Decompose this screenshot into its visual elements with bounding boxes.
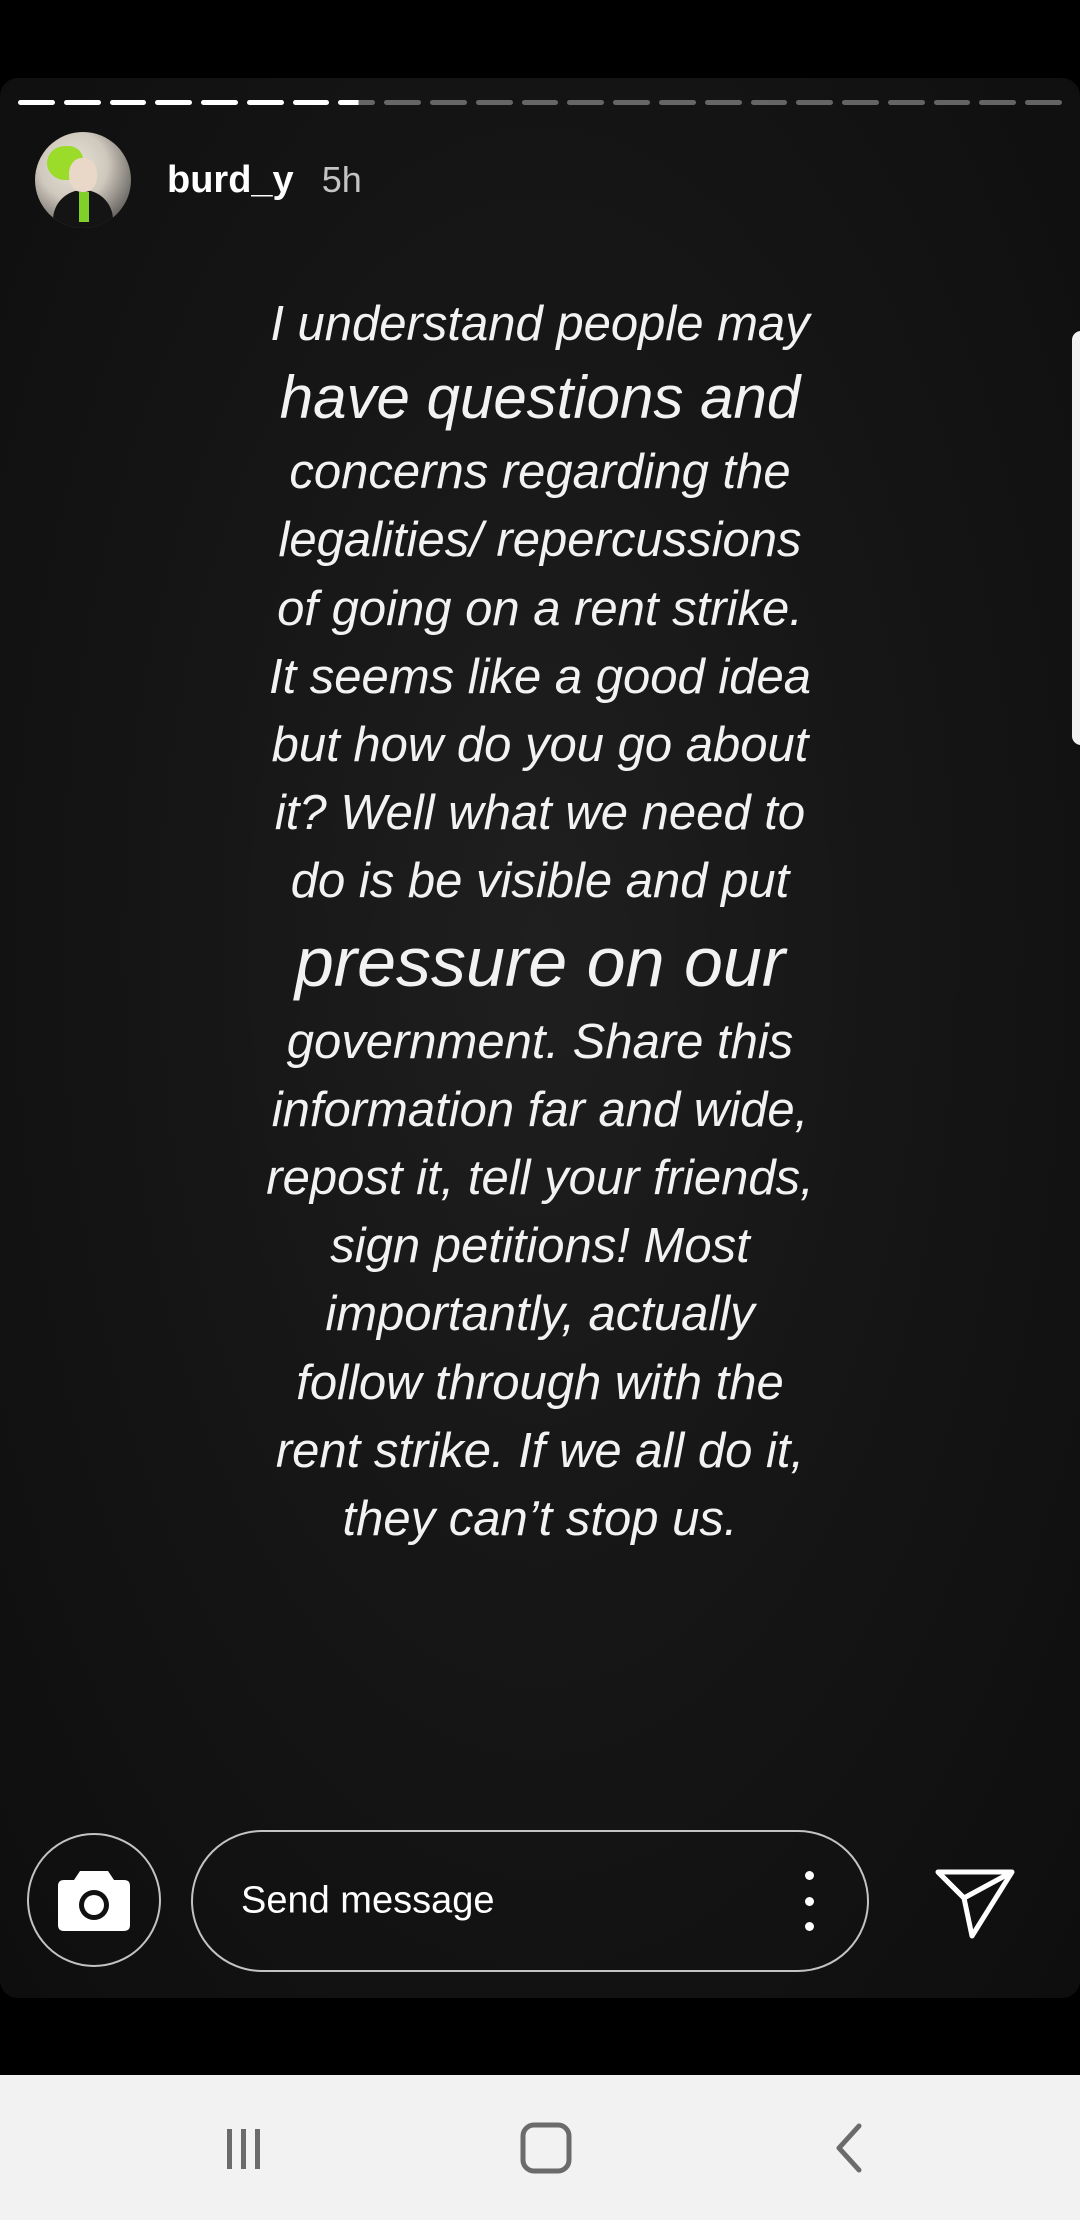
story-text-line: information far and wide, (271, 1082, 809, 1137)
story-text-line: importantly, actually (325, 1287, 755, 1342)
camera-icon (58, 1871, 130, 1931)
story-header: burd_y 5h (35, 132, 362, 228)
progress-segment (521, 100, 559, 105)
story-text-line: legalities/ repercussions (278, 513, 802, 568)
story-progress-bar (18, 100, 1062, 105)
story-text-line: but how do you go about (271, 718, 809, 773)
edge-panel-handle[interactable] (1072, 331, 1080, 745)
progress-segment (109, 100, 147, 105)
story-text: I understand people may have questions an… (200, 290, 880, 1553)
progress-segment (613, 100, 650, 105)
more-vertical-icon (804, 1871, 814, 1880)
progress-segment (384, 100, 422, 105)
progress-segment (246, 100, 284, 105)
story-viewer[interactable]: burd_y 5h I understand people may have qu… (0, 78, 1080, 1998)
progress-segment (155, 100, 193, 105)
progress-segment (979, 100, 1017, 105)
send-message-placeholder: Send message (241, 1879, 495, 1922)
progress-segment (292, 100, 330, 105)
story-text-line: concerns regarding the (289, 445, 791, 500)
progress-segment (704, 100, 742, 105)
progress-segment (338, 100, 376, 105)
progress-segment (475, 100, 513, 105)
progress-segment (750, 100, 788, 105)
progress-segment (933, 100, 971, 105)
post-time: 5h (321, 159, 362, 200)
home-icon (520, 2122, 572, 2174)
username[interactable]: burd_y (167, 159, 294, 202)
progress-segment (1025, 100, 1062, 105)
story-text-line: repost it, tell your friends, (266, 1151, 814, 1206)
story-text-line: rent strike. If we all do it, (275, 1423, 805, 1478)
progress-segment (796, 100, 834, 105)
camera-button[interactable] (27, 1833, 161, 1967)
recents-icon (227, 2129, 260, 2169)
story-text-line: sign petitions! Most (330, 1219, 750, 1274)
story-text-line: pressure on our (294, 922, 786, 1001)
send-button[interactable] (930, 1862, 1020, 1942)
send-message-input[interactable]: Send message (191, 1830, 869, 1972)
story-text-line: I understand people may (270, 297, 810, 351)
story-text-line: it? Well what we need to (274, 786, 806, 841)
progress-segment (18, 100, 55, 105)
screen: burd_y 5h I understand people may have qu… (0, 0, 1080, 2220)
story-text-line: they can’t stop us. (342, 1492, 738, 1547)
progress-segment (201, 100, 238, 105)
system-navigation-bar (0, 2075, 1080, 2220)
back-button[interactable] (814, 2115, 884, 2181)
send-icon (935, 1869, 1015, 1939)
story-text-line: It seems like a good idea (268, 649, 812, 704)
progress-segment (842, 100, 879, 105)
story-text-line: government. Share this (286, 1014, 794, 1069)
more-options-button[interactable] (799, 1871, 819, 1931)
recents-button[interactable] (209, 2115, 279, 2181)
progress-segment (658, 100, 696, 105)
progress-segment (887, 100, 925, 105)
reply-bar: Send message (0, 1830, 1080, 1972)
story-text-line: follow through with the (296, 1355, 784, 1410)
progress-segment (430, 100, 467, 105)
story-text-line: do is be visible and put (290, 854, 790, 909)
avatar[interactable] (35, 132, 131, 228)
progress-segment (63, 100, 101, 105)
progress-segment (567, 100, 605, 105)
back-icon (836, 2123, 862, 2173)
story-text-line: have questions and (279, 364, 801, 432)
story-text-line: of going on a rent strike. (277, 581, 803, 636)
home-button[interactable] (511, 2115, 581, 2181)
